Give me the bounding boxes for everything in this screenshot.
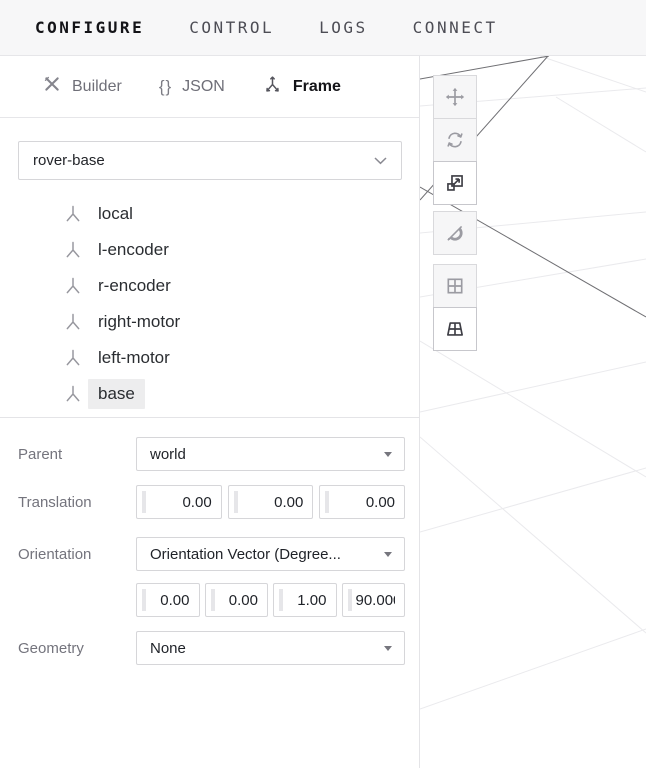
- tree-item-left-motor[interactable]: left-motor: [0, 340, 419, 376]
- viewport-3d[interactable]: [420, 56, 646, 768]
- translation-y-input[interactable]: [229, 486, 313, 518]
- tree-item-local[interactable]: local: [0, 196, 419, 232]
- tab-configure[interactable]: CONFIGURE: [35, 18, 144, 37]
- frame-label: Frame: [293, 78, 341, 96]
- tab-logs[interactable]: LOGS: [319, 18, 368, 37]
- tree-item-right-motor[interactable]: right-motor: [0, 304, 419, 340]
- chevron-down-icon: [374, 157, 387, 165]
- orientation-type-select[interactable]: Orientation Vector (Degree...: [136, 537, 405, 571]
- orientation-x-field: [136, 583, 200, 617]
- builder-tools-icon: [42, 74, 62, 99]
- component-select[interactable]: rover-base: [18, 141, 402, 180]
- caret-down-icon: [384, 646, 392, 651]
- translation-z-field: [319, 485, 405, 519]
- frame-tree: local l-encoder r-encoder right-motor le…: [0, 196, 419, 412]
- caret-down-icon: [384, 552, 392, 557]
- scale-tool-button[interactable]: [433, 161, 477, 205]
- move-tool-button[interactable]: [433, 75, 477, 119]
- component-select-value: rover-base: [33, 152, 105, 169]
- configure-left-panel: Builder {} JSON Frame rover-base: [0, 56, 420, 768]
- geometry-select[interactable]: None: [136, 631, 405, 665]
- parent-select[interactable]: world: [136, 437, 405, 471]
- tree-item-l-encoder[interactable]: l-encoder: [0, 232, 419, 268]
- grid-toggle-button[interactable]: [433, 264, 477, 308]
- translation-label: Translation: [18, 494, 136, 511]
- geometry-row: Geometry None: [18, 631, 405, 665]
- tree-item-label: right-motor: [98, 312, 180, 332]
- orientation-type-value: Orientation Vector (Degree...: [150, 546, 341, 563]
- frame-node-icon: [62, 203, 84, 225]
- section-divider: [0, 417, 419, 418]
- translation-z-input[interactable]: [320, 486, 404, 518]
- rotate-tool-button[interactable]: [433, 118, 477, 162]
- frame-node-icon: [62, 275, 84, 297]
- orientation-z-input[interactable]: [274, 584, 336, 616]
- tree-item-label: l-encoder: [98, 240, 169, 260]
- frame-axes-icon: [262, 74, 283, 100]
- perspective-grid-icon: [444, 318, 466, 340]
- tree-item-base[interactable]: base: [0, 376, 419, 412]
- rotate-icon: [444, 129, 466, 151]
- json-label: JSON: [182, 78, 225, 96]
- viewport-toolbar: [433, 75, 477, 351]
- tree-item-label: left-motor: [98, 348, 170, 368]
- configure-sub-nav: Builder {} JSON Frame: [0, 56, 419, 118]
- tab-builder[interactable]: Builder: [42, 74, 122, 99]
- frame-node-icon: [62, 383, 84, 405]
- orientation-y-field: [205, 583, 269, 617]
- parent-row: Parent world: [18, 437, 405, 471]
- tab-control[interactable]: CONTROL: [189, 18, 274, 37]
- translation-x-input[interactable]: [137, 486, 221, 518]
- orientation-values-row: [18, 583, 405, 617]
- translation-x-field: [136, 485, 222, 519]
- frame-node-icon: [62, 347, 84, 369]
- tree-item-label: local: [98, 204, 133, 224]
- move-icon: [444, 86, 466, 108]
- snap-off-icon: [444, 222, 466, 244]
- parent-select-value: world: [150, 446, 186, 463]
- orientation-theta-field: [342, 583, 406, 617]
- orientation-z-field: [273, 583, 337, 617]
- tab-json[interactable]: {} JSON: [159, 77, 225, 97]
- tab-connect[interactable]: CONNECT: [413, 18, 498, 37]
- translation-row: Translation: [18, 485, 405, 519]
- tree-item-label: base: [88, 379, 145, 409]
- orientation-label: Orientation: [18, 546, 136, 563]
- caret-down-icon: [384, 452, 392, 457]
- builder-label: Builder: [72, 78, 122, 96]
- snap-toggle-button[interactable]: [433, 211, 477, 255]
- parent-label: Parent: [18, 446, 136, 463]
- tab-frame[interactable]: Frame: [262, 74, 341, 100]
- grid-icon: [444, 275, 466, 297]
- orientation-theta-input[interactable]: [343, 584, 405, 616]
- top-nav: CONFIGURE CONTROL LOGS CONNECT: [0, 0, 646, 56]
- orientation-y-input[interactable]: [206, 584, 268, 616]
- orientation-row: Orientation Orientation Vector (Degree..…: [18, 537, 405, 571]
- orientation-x-input[interactable]: [137, 584, 199, 616]
- scale-icon: [444, 172, 466, 194]
- translation-y-field: [228, 485, 314, 519]
- frame-node-icon: [62, 239, 84, 261]
- perspective-grid-toggle-button[interactable]: [433, 307, 477, 351]
- tree-item-label: r-encoder: [98, 276, 171, 296]
- geometry-label: Geometry: [18, 640, 136, 657]
- frame-node-icon: [62, 311, 84, 333]
- tree-item-r-encoder[interactable]: r-encoder: [0, 268, 419, 304]
- json-braces-icon: {}: [159, 77, 172, 97]
- geometry-select-value: None: [150, 640, 186, 657]
